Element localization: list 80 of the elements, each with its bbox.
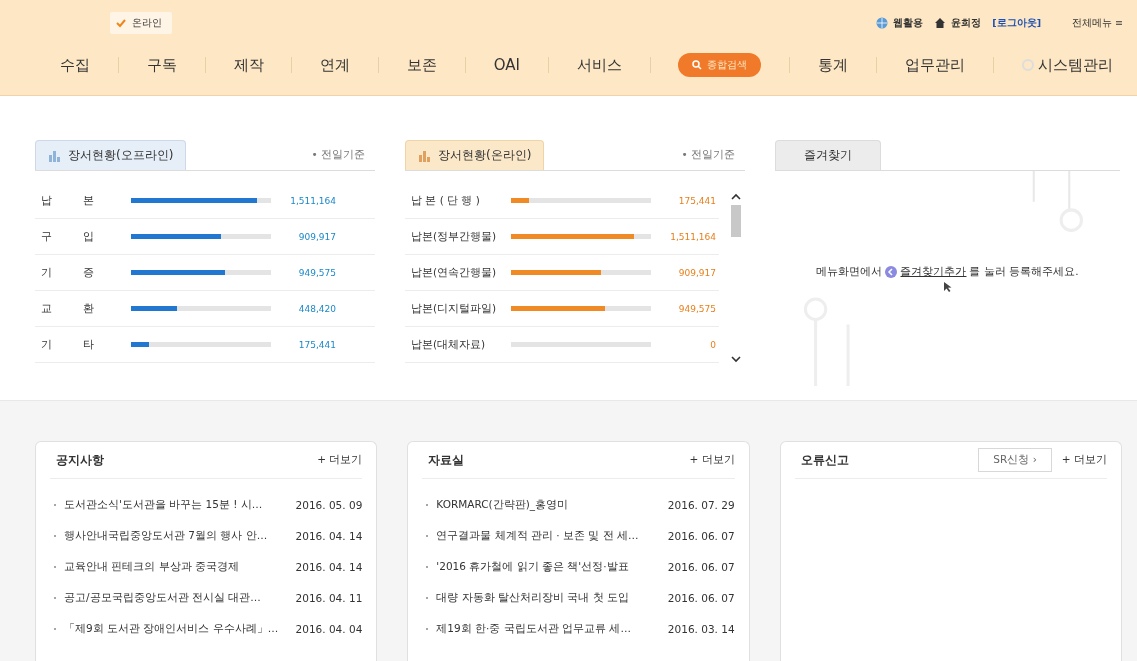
post-link[interactable]: 행사안내국립중앙도서관 7월의 행사 안… (64, 528, 285, 543)
stat-label: 기 증 (41, 265, 96, 280)
stat-value: 909,917 (677, 267, 716, 278)
basis-note: • 전일기준 (311, 148, 366, 162)
post-link[interactable]: 도서관소식'도서관을 바꾸는 15분 ! 시… (64, 497, 285, 512)
nav-item[interactable]: 통계 (818, 55, 849, 75)
stat-value: 949,575 (677, 303, 716, 314)
panel-tab[interactable]: 장서현황(오프라인) (35, 140, 187, 170)
nav-item[interactable]: 서비스 (576, 55, 622, 75)
nav-item[interactable]: 업무관리 (905, 55, 965, 75)
check-icon (116, 18, 126, 28)
more-link[interactable]: + 더보기 (317, 453, 363, 467)
post-link[interactable]: 공고/공모국립중앙도서관 전시실 대관… (64, 590, 285, 605)
stat-value: 909,917 (297, 231, 336, 242)
stat-value: 1,511,164 (669, 231, 716, 242)
nav-item[interactable]: 구독 (146, 55, 177, 75)
favorites-message: 메뉴화면에서 즐겨찾기추가 를 눌러 등록해주세요. (816, 264, 1079, 279)
favorites-tab[interactable]: 즐겨찾기 (775, 140, 881, 170)
panel-tab[interactable]: 장서현황(온라인) (405, 140, 545, 170)
post-date: 2016. 06. 07 (666, 560, 735, 573)
post-link[interactable]: 제19회 한·중 국립도서관 업무교류 세… (436, 621, 657, 636)
more-link[interactable]: + 더보기 (689, 453, 735, 467)
post-link[interactable]: 「제9회 도서관 장애인서비스 우수사례」… (64, 621, 285, 636)
nav-item[interactable]: 연계 (320, 55, 351, 75)
bar-chart-icon (48, 149, 62, 162)
stat-value: 0 (709, 339, 716, 350)
post-date: 2016. 04. 04 (294, 622, 363, 635)
post-date: 2016. 03. 14 (666, 622, 735, 635)
board-title: 공지사항 (55, 451, 105, 469)
board-title: 오류신고 (799, 451, 850, 469)
nav-item[interactable]: 제작 (233, 55, 264, 75)
stat-value: 949,575 (297, 267, 336, 278)
nav-item[interactable]: 수집 (60, 55, 90, 75)
bar-chart-icon (418, 149, 432, 162)
logout-link[interactable]: [로그아웃] (992, 16, 1041, 30)
globe-icon (876, 17, 889, 29)
stat-label: 납본(연속간행물) (411, 265, 498, 280)
stat-label: 기 타 (41, 337, 96, 352)
post-link[interactable]: '2016 휴가철에 읽기 좋은 책'선정·발표 (436, 559, 657, 574)
post-date: 2016. 04. 11 (294, 591, 363, 604)
post-link[interactable]: KORMARC(간략판)_홍영미 (436, 497, 657, 512)
stat-label: 납본(디지털파일) (411, 301, 498, 316)
stat-value: 175,441 (677, 195, 716, 206)
utility-link[interactable]: 웹활용 (893, 16, 924, 30)
utility-link[interactable]: 윤희정 (951, 16, 982, 30)
stat-value: 175,441 (297, 339, 336, 350)
more-link[interactable]: + 더보기 (1061, 453, 1107, 467)
post-link[interactable]: 대량 자동화 탈산처리장비 국내 첫 도입 (436, 590, 657, 605)
nav-item[interactable]: 보존 (407, 55, 437, 75)
stat-label: 납본(대체자료) (411, 337, 487, 352)
board-title: 자료실 (427, 451, 466, 469)
chevron-left-icon (885, 265, 898, 278)
post-date: 2016. 06. 07 (666, 529, 735, 542)
stat-value: 1,511,164 (289, 195, 336, 206)
home-icon (934, 17, 947, 29)
cursor-icon (942, 280, 953, 293)
online-badge[interactable]: 온라인 (110, 12, 172, 34)
chevron-up-icon[interactable] (731, 193, 741, 201)
nav-item[interactable]: 시스템관리 (1021, 55, 1113, 75)
all-menu-link[interactable]: 전체메뉴 ≡ (1072, 16, 1123, 30)
post-link[interactable]: 연구결과물 체계적 관리 · 보존 및 전 세… (436, 528, 657, 543)
post-date: 2016. 04. 14 (294, 529, 363, 542)
scrollbar-thumb[interactable] (731, 205, 741, 237)
add-favorite-link[interactable]: 즐겨찾기추가 (900, 264, 967, 279)
post-link[interactable]: 교육안내 핀테크의 부상과 중국경제 (64, 559, 285, 574)
stat-label: 구 입 (41, 229, 96, 244)
post-date: 2016. 04. 14 (294, 560, 363, 573)
sr-request-button[interactable]: SR신청 › (978, 448, 1052, 472)
stat-label: 교 환 (41, 301, 96, 316)
chevron-down-icon[interactable] (731, 355, 741, 363)
post-date: 2016. 07. 29 (666, 498, 735, 511)
post-date: 2016. 06. 07 (666, 591, 735, 604)
stat-label: 납 본 (41, 193, 96, 208)
stat-label: 납 본 ( 단 행 ) (411, 193, 481, 208)
stat-label: 납본(정부간행물) (411, 229, 498, 244)
post-date: 2016. 05. 09 (294, 498, 363, 511)
basis-note: • 전일기준 (681, 148, 736, 162)
stat-value: 448,420 (297, 303, 336, 314)
search-icon (692, 60, 703, 70)
nav-item[interactable]: OAI (493, 56, 520, 74)
